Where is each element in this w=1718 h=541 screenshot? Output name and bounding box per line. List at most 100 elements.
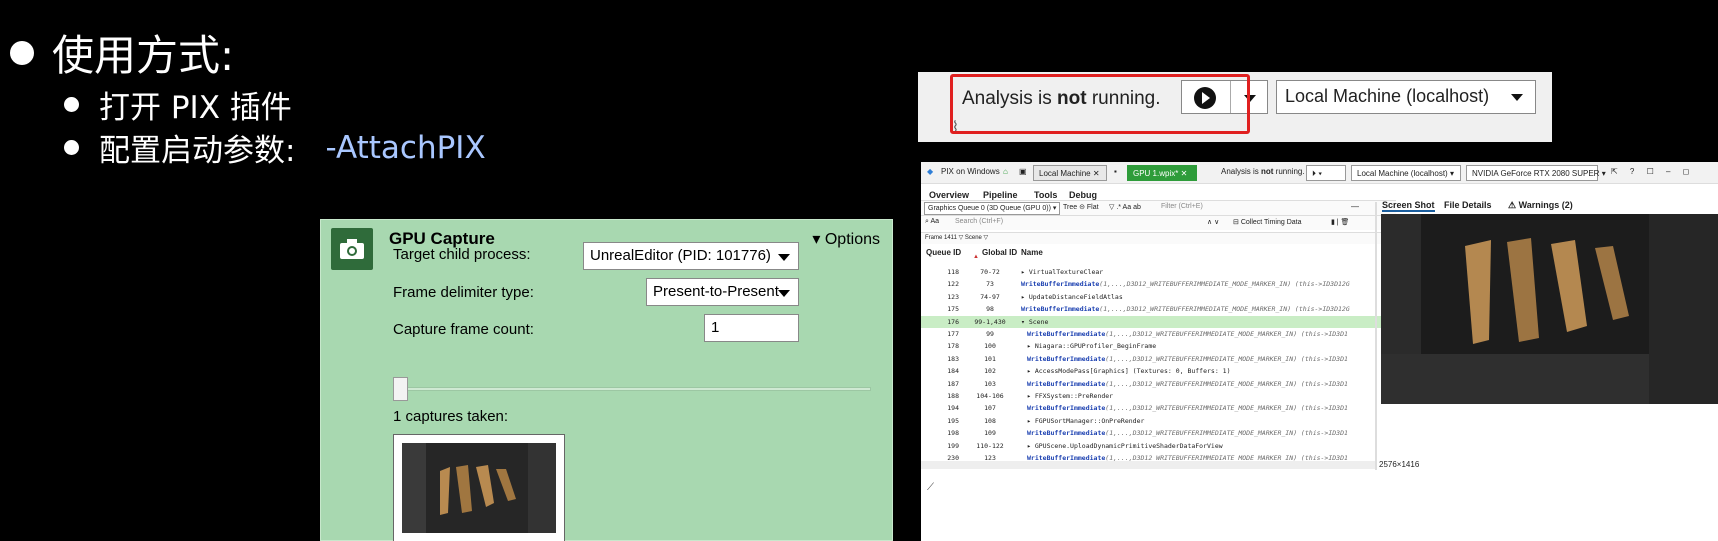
global-id-cell: 103 [984,379,996,388]
table-row[interactable]: 183 101 WriteBufferImmediate(1,...,D3D12_W… [921,353,1411,365]
gpu-capture-panel: GPU Capture ▾ Options Target child proce… [320,219,893,541]
table-row[interactable]: 187 103 WriteBufferImmediate(1,...,D3D12_W… [921,378,1411,390]
count-slider-track[interactable] [393,387,871,391]
collect-timing-button[interactable]: ⊟ Collect Timing Data [1233,218,1302,226]
target-process-select[interactable]: UnrealEditor (PID: 101776) [583,242,799,270]
queue-id-cell: 199 [947,441,959,450]
global-id-cell: 70-72 [980,268,1000,276]
global-id-cell: 73 [986,280,994,289]
table-row[interactable]: 199 110-122 ▸ GPUScene.UploadDynamicPrimit… [921,440,1411,452]
delimiter-label: Frame delimiter type: [393,284,534,301]
tab-pipeline[interactable]: Pipeline [983,190,1018,200]
event-name-cell: WriteBufferImmediate(1,...,D3D12_WRITEBU… [1021,305,1350,314]
tab-file-details[interactable]: File Details [1444,200,1492,210]
capture-thumbnail[interactable] [393,434,565,541]
queue-id-cell: 175 [947,305,959,314]
event-name-cell: ▸ VirtualTextureClear [1021,268,1104,276]
event-name-cell: WriteBufferImmediate(1,...,D3D12_WRITEBU… [1027,330,1348,338]
bullet-dot-icon [64,140,79,155]
pix-window: ◆ PIX on Windows ⌂ ▣ Local Machine ✕ ▪ G… [921,162,1718,541]
global-id-cell: 104-106 [976,392,1004,400]
bullet-text: 打开 PIX 插件 [99,90,292,126]
col-name[interactable]: Name [1021,248,1043,257]
search-input[interactable]: Search (Ctrl+F) [955,218,1003,225]
event-name-cell: WriteBufferImmediate(1,...,D3D12_WRITEBU… [1021,280,1350,289]
filter-input[interactable]: Filter (Ctrl+E) [1161,203,1203,210]
search-icon[interactable]: ⌕ Aa [925,218,939,226]
queue-id-cell: 183 [947,354,959,363]
chart-icon[interactable]: ⟋ [927,482,934,493]
launch-param: -AttachPIX [325,129,486,166]
pane-divider[interactable] [1375,202,1377,470]
tab-warnings[interactable]: ⚠ Warnings (2) [1508,200,1573,211]
target-label: Target child process: [393,246,531,263]
bullet-dot-icon [64,97,79,112]
table-row[interactable]: 194 107 WriteBufferImmediate(1,...,D3D12_W… [921,402,1411,414]
global-id-cell: 100 [984,342,996,351]
queue-id-cell: 118 [947,268,959,276]
global-id-cell: 108 [984,416,996,425]
col-global-id[interactable]: Global ID [982,248,1017,257]
camera-icon[interactable] [331,228,373,270]
tab-tools[interactable]: Tools [1034,190,1057,200]
event-name-cell: ▸ GPUScene.UploadDynamicPrimitiveShaderD… [1027,441,1223,450]
table-row[interactable]: 123 74-97 ▸ UpdateDistanceFieldAtlas [921,291,1411,303]
table-row[interactable]: 195 108 ▸ FGPUSortManager::OnPreRender [921,415,1411,427]
tab-screen-shot[interactable]: Screen Shot [1382,200,1435,212]
tab-local-machine[interactable]: Local Machine ✕ [1033,165,1107,181]
events-scrollbar[interactable] [921,461,1376,469]
delete-icon[interactable]: ▮ | 🗑 [1331,218,1349,226]
bullet-dot-icon [10,40,34,65]
collapse-icon[interactable]: — [1351,202,1359,211]
table-row[interactable]: 198 109 WriteBufferImmediate(1,...,D3D12_W… [921,427,1411,439]
global-id-cell: 109 [984,429,996,438]
event-name-cell: WriteBufferImmediate(1,...,D3D12_WRITEBU… [1027,429,1348,438]
tab-debug[interactable]: Debug [1069,190,1097,200]
filter-options-icon[interactable]: ▽ .* Aa ab [1109,203,1141,211]
table-row[interactable]: 176 99-1,430 ▾ Scene [921,315,1411,328]
options-label: Options [824,231,880,248]
slide-title: 使用方式: [10,22,234,83]
table-row[interactable]: 122 73 WriteBufferImmediate(1,...,D3D12_WR… [921,278,1411,290]
resolution-label: 2576×1416 [1379,460,1420,469]
global-id-cell: 74-97 [980,292,1000,301]
camera-tab-icon: ▪ [1114,167,1117,176]
machine-select[interactable]: Local Machine (localhost) [1276,80,1536,114]
captures-label: 1 captures taken: [393,408,509,425]
global-id-cell: 99-1,430 [974,317,1006,326]
event-name-cell: ▾ Scene [1021,317,1049,326]
table-row[interactable]: 118 70-72 ▸ VirtualTextureClear [921,266,1411,278]
table-row[interactable]: 184 102 ▸ AccessModePass[Graphics] (Textur… [921,365,1411,377]
breadcrumb: Frame 1411 ▽ Scene ▽ [921,232,1396,244]
queue-select[interactable]: Graphics Queue 0 (3D Queue (GPU 0)) ▾ [924,202,1061,215]
home-icon[interactable]: ⌂ [1003,167,1008,176]
event-name-cell: WriteBufferImmediate(1,...,D3D12_WRITEBU… [1027,404,1348,413]
table-row[interactable]: 175 98 WriteBufferImmediate(1,...,D3D12_WR… [921,303,1411,315]
table-row[interactable]: 188 104-106 ▸ FFXSystem::PreRender [921,390,1411,402]
queue-id-cell: 184 [947,367,959,376]
count-label: Capture frame count: [393,321,534,338]
tree-toggle[interactable]: Tree ⊝ Flat [1063,203,1099,211]
slide-bullet-1: 打开 PIX 插件 [64,82,292,127]
analysis-toolbar: Analysis is not running. Local Machine (… [918,72,1552,142]
options-dropdown[interactable]: ▾ Options [812,229,880,249]
sort-arrow-icon: ▲ [973,254,979,260]
queue-id-cell: 188 [947,392,959,400]
col-queue-id[interactable]: Queue ID [926,248,961,257]
count-slider-thumb[interactable] [393,377,408,401]
window-controls[interactable]: ⇱ ? ☐ – ◻ [1611,167,1694,176]
slide-title-text: 使用方式: [52,31,235,80]
table-row[interactable]: 177 99 WriteBufferImmediate(1,...,D3D12_WR… [921,328,1411,340]
gpu-select[interactable]: NVIDIA GeForce RTX 2080 SUPER ▾ [1466,165,1606,181]
search-nav-icons[interactable]: ∧ ∨ [1207,218,1219,226]
tab-gpu-capture[interactable]: GPU 1.wpix* ✕ [1127,165,1197,181]
pix-start-button[interactable]: ⏵ ▾ [1306,165,1346,181]
delimiter-select[interactable]: Present-to-Present [646,278,799,306]
screenshot-preview [1381,214,1718,404]
warning-icon: ⚠ [1508,200,1517,210]
pix-machine-select[interactable]: Local Machine (localhost) ▾ [1351,165,1461,181]
frame-count-input[interactable]: 1 [704,314,799,342]
table-row[interactable]: 178 100 ▸ Niagara::GPUProfiler_BeginFrame [921,340,1411,352]
event-name-cell: ▸ FFXSystem::PreRender [1027,392,1114,400]
queue-id-cell: 198 [947,429,959,438]
